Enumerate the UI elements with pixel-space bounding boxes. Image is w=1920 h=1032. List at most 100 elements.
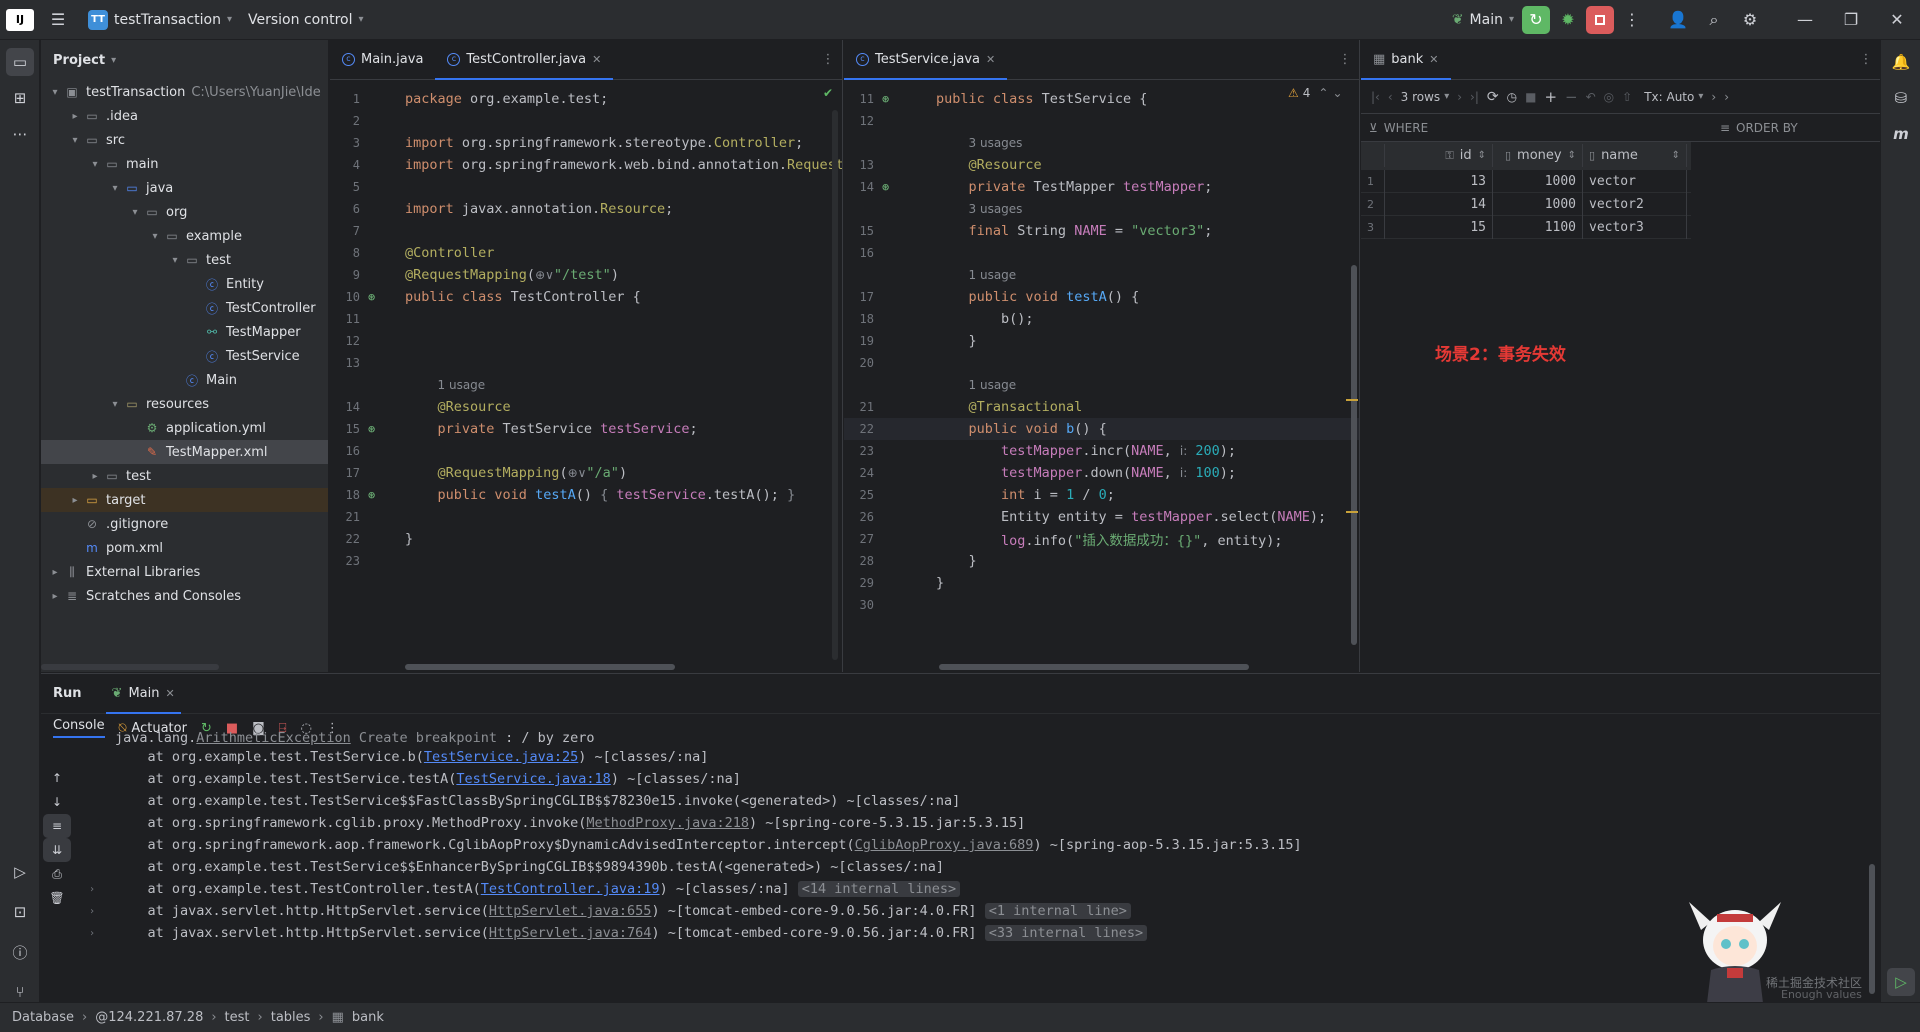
- add-user-icon[interactable]: 👤: [1664, 6, 1692, 34]
- main-menu-icon[interactable]: ☰: [44, 6, 72, 34]
- column-header-id[interactable]: ⚿ id ⇕: [1385, 144, 1493, 167]
- tree-item[interactable]: ⚯ TestMapper: [41, 320, 328, 344]
- tree-item[interactable]: ▸ ▭ target: [41, 488, 328, 512]
- print-icon[interactable]: ⎙: [43, 862, 71, 886]
- project-panel-header[interactable]: Project ▾: [41, 40, 328, 80]
- tree-item[interactable]: ▾ ▭ org: [41, 200, 328, 224]
- table-row[interactable]: 1 13 1000 vector: [1361, 169, 1691, 193]
- breadcrumb-table[interactable]: bank: [352, 1010, 384, 1025]
- chevron-down-icon[interactable]: ▾: [167, 255, 183, 266]
- commit-icon[interactable]: ›: [1711, 90, 1716, 104]
- spring-bean-gutter-icon[interactable]: ⊛: [368, 422, 375, 436]
- editor2-hscroll[interactable]: [939, 664, 1249, 670]
- editor2-vscroll[interactable]: [1351, 265, 1357, 645]
- tree-item[interactable]: ▾ ▭ resources: [41, 392, 328, 416]
- chevron-right-icon[interactable]: ▸: [47, 591, 63, 602]
- rerun-icon[interactable]: ↻: [1522, 5, 1550, 34]
- chevron-down-icon[interactable]: ▾: [47, 87, 63, 98]
- chevron-down-icon[interactable]: ▾: [107, 399, 123, 410]
- tree-item[interactable]: ✎ TestMapper.xml: [41, 440, 328, 464]
- chevron-down-icon[interactable]: ▾: [87, 159, 103, 170]
- cell-name[interactable]: vector2: [1583, 192, 1687, 216]
- tree-item[interactable]: ⓒ TestController: [41, 296, 328, 320]
- arrow-down-icon[interactable]: ↓: [43, 790, 71, 814]
- arrow-up-icon[interactable]: ↑: [43, 766, 71, 790]
- submit-icon[interactable]: ⇧: [1622, 90, 1632, 104]
- settings-gear-icon[interactable]: ⚙: [1736, 6, 1764, 34]
- refresh-icon[interactable]: ⟳: [1487, 89, 1499, 105]
- chevron-down-icon[interactable]: ⌄: [1332, 86, 1342, 100]
- expand-fold-icon[interactable]: ›: [89, 928, 115, 939]
- cell-money[interactable]: 1100: [1493, 215, 1583, 239]
- add-row-icon[interactable]: +: [1544, 88, 1557, 106]
- tree-item[interactable]: ▾ ▭ main: [41, 152, 328, 176]
- tab-main-java[interactable]: c Main.java: [330, 40, 435, 80]
- tree-item[interactable]: ▾ ▭ java: [41, 176, 328, 200]
- chevron-right-icon[interactable]: ▸: [47, 567, 63, 578]
- more-icon[interactable]: ⋮: [1618, 6, 1646, 34]
- column-header-money[interactable]: ▯ money ⇕: [1493, 144, 1583, 167]
- chevron-up-icon[interactable]: ⌃: [1318, 86, 1328, 100]
- history-icon[interactable]: ◷: [1507, 90, 1517, 104]
- code-area[interactable]: 11 public class TestService {⊛ 12 3 usages…: [844, 80, 1359, 672]
- chevron-down-icon[interactable]: ▾: [147, 231, 163, 242]
- editor1-hscroll[interactable]: [405, 664, 675, 670]
- tree-item[interactable]: ▸ ▭ test: [41, 464, 328, 488]
- tree-item[interactable]: m pom.xml: [41, 536, 328, 560]
- table-row[interactable]: 2 14 1000 vector2: [1361, 192, 1691, 216]
- tree-item[interactable]: ▸ ≣ Scratches and Consoles: [41, 584, 328, 608]
- minimize-icon[interactable]: —: [1782, 6, 1828, 34]
- revert-icon[interactable]: ↶: [1586, 90, 1596, 104]
- project-folder-icon[interactable]: ▭: [6, 48, 34, 76]
- inspection-widget[interactable]: ⚠ 4 ⌃ ⌄: [1288, 86, 1343, 100]
- close-window-icon[interactable]: ✕: [1874, 6, 1920, 34]
- tab-more-icon[interactable]: ⋮: [814, 46, 842, 74]
- order-by-field[interactable]: ORDER BY: [1736, 121, 1872, 135]
- cell-id[interactable]: 14: [1385, 192, 1493, 216]
- structure-icon[interactable]: ⊞: [6, 84, 34, 112]
- tree-item[interactable]: ▸ ▭ .idea: [41, 104, 328, 128]
- chevron-right-icon[interactable]: ▸: [87, 471, 103, 482]
- cell-money[interactable]: 1000: [1493, 192, 1583, 216]
- preview-icon[interactable]: ◎: [1604, 90, 1614, 104]
- spring-endpoint-gutter-icon[interactable]: ⊛: [368, 488, 375, 502]
- table-row[interactable]: 3 15 1100 vector3: [1361, 215, 1691, 239]
- prev-page-icon[interactable]: ‹: [1388, 90, 1393, 104]
- console-output[interactable]: java.lang.ArithmeticException Create bre…: [85, 732, 1880, 972]
- breadcrumb-database[interactable]: Database: [12, 1010, 74, 1025]
- tree-item[interactable]: ▾ ▣ testTransaction C:\Users\YuanJie\Ide: [41, 80, 328, 104]
- services-icon[interactable]: ▷: [6, 858, 34, 886]
- project-hscroll[interactable]: [41, 664, 219, 670]
- more-tools-icon[interactable]: ⋯: [6, 120, 34, 148]
- run-config-selector[interactable]: ❦ Main ▾: [1444, 0, 1522, 40]
- code-area[interactable]: 1 package org.example.test; 2 3 import org.s…: [330, 80, 842, 672]
- tree-item[interactable]: ⓒ Main: [41, 368, 328, 392]
- tree-item[interactable]: ▾ ▭ example: [41, 224, 328, 248]
- cell-id[interactable]: 13: [1385, 169, 1493, 193]
- tab-testcontroller-java[interactable]: c TestController.java ✕: [435, 40, 614, 80]
- tree-item[interactable]: ⓒ TestService: [41, 344, 328, 368]
- vcs-menu[interactable]: Version control ▾: [240, 0, 372, 40]
- next-page-icon[interactable]: ›: [1457, 90, 1462, 104]
- breadcrumb-tables[interactable]: tables: [271, 1010, 311, 1025]
- database-icon[interactable]: ⛁: [1887, 84, 1915, 112]
- run-tool-icon[interactable]: ▷: [1887, 968, 1915, 996]
- cell-name[interactable]: vector: [1583, 169, 1687, 193]
- close-tab-icon[interactable]: ✕: [1429, 53, 1438, 66]
- remove-row-icon[interactable]: −: [1565, 88, 1578, 106]
- where-field[interactable]: WHERE: [1384, 121, 1720, 135]
- tab-main-run[interactable]: ❦ Main ✕: [105, 674, 181, 714]
- breadcrumb-host[interactable]: @124.221.87.28: [95, 1010, 203, 1025]
- search-icon[interactable]: ⌕: [1700, 6, 1728, 34]
- close-tab-icon[interactable]: ✕: [165, 687, 174, 700]
- tree-item[interactable]: ▾ ▭ test: [41, 248, 328, 272]
- chevron-right-icon[interactable]: ▸: [67, 111, 83, 122]
- close-tab-icon[interactable]: ✕: [986, 53, 995, 66]
- tree-item[interactable]: ▾ ▭ src: [41, 128, 328, 152]
- app-logo-icon[interactable]: IJ: [6, 8, 34, 31]
- stop-icon[interactable]: [1586, 5, 1614, 34]
- cell-id[interactable]: 15: [1385, 215, 1493, 239]
- close-tab-icon[interactable]: ✕: [592, 53, 601, 66]
- chevron-down-icon[interactable]: ▾: [107, 183, 123, 194]
- chevron-down-icon[interactable]: ▾: [67, 135, 83, 146]
